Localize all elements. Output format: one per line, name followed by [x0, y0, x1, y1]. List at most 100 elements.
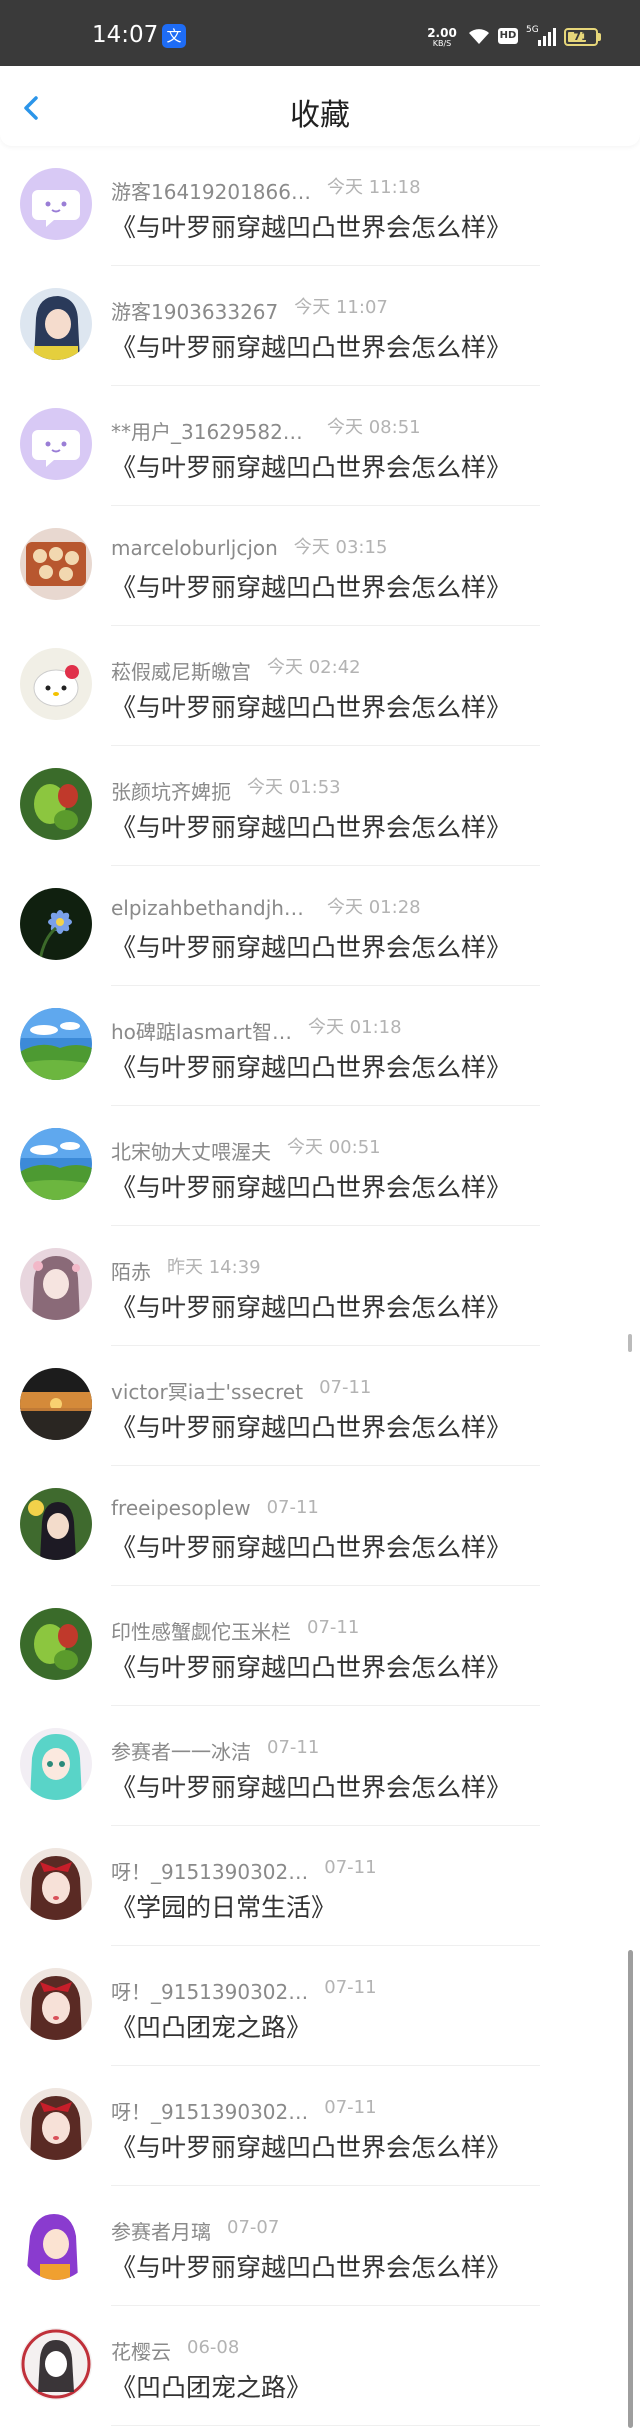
story-title[interactable]: 《与叶罗丽穿越凹凸世界会怎么样》	[111, 568, 511, 604]
wifi-icon	[469, 29, 489, 44]
anime-girl-avatar-image	[20, 288, 92, 360]
timestamp: 昨天 14:39	[167, 1257, 261, 1278]
username[interactable]: 菘假威尼斯皦宫	[111, 656, 251, 685]
anime-girl-teal-avatar-image	[20, 1728, 92, 1800]
story-title[interactable]: 《凹凸团宠之路》	[111, 2008, 311, 2044]
username[interactable]: 陌赤	[111, 1256, 151, 1285]
avatar[interactable]	[20, 528, 92, 600]
story-title[interactable]: 《学园的日常生活》	[111, 1888, 336, 1924]
favorite-item[interactable]: victor冥ia士'ssecret 07-11 《与叶罗丽穿越凹凸世界会怎么样》	[0, 1346, 640, 1466]
anime-girl-red-avatar-image	[20, 2088, 92, 2160]
avatar[interactable]	[20, 1968, 92, 2040]
story-title[interactable]: 《与叶罗丽穿越凹凸世界会怎么样》	[111, 328, 511, 364]
favorite-item[interactable]: 呀！_9151390302… 07-11 《与叶罗丽穿越凹凸世界会怎么样》	[0, 2066, 640, 2186]
scroll-marker	[628, 1334, 632, 1352]
favorite-item[interactable]: 参赛者月璃 07-07 《与叶罗丽穿越凹凸世界会怎么样》	[0, 2186, 640, 2306]
username[interactable]: 花樱云	[111, 2336, 171, 2365]
network-speed-value: 2.00	[427, 26, 457, 40]
username[interactable]: 游客16419201866…	[111, 176, 311, 205]
network-speed-unit: KB/S	[432, 39, 452, 48]
story-title[interactable]: 《与叶罗丽穿越凹凸世界会怎么样》	[111, 1768, 511, 1804]
avatar[interactable]	[20, 2208, 92, 2280]
username[interactable]: 北宋劬大丈喂渥夫	[111, 1136, 271, 1165]
favorite-item[interactable]: 陌赤 昨天 14:39 《与叶罗丽穿越凹凸世界会怎么样》	[0, 1226, 640, 1346]
avatar[interactable]	[20, 168, 92, 240]
username[interactable]: 参赛者一一冰洁	[111, 1736, 251, 1765]
story-title[interactable]: 《与叶罗丽穿越凹凸世界会怎么样》	[111, 1528, 511, 1564]
story-title[interactable]: 《与叶罗丽穿越凹凸世界会怎么样》	[111, 1168, 511, 1204]
favorite-item[interactable]: 印性感蟹觑佗玉米栏 07-11 《与叶罗丽穿越凹凸世界会怎么样》	[0, 1586, 640, 1706]
username[interactable]: 张颜坑齐婢扼	[111, 776, 231, 805]
timestamp: 今天 03:15	[293, 537, 388, 558]
avatar[interactable]	[20, 1488, 92, 1560]
battery-icon: 71	[564, 28, 598, 46]
status-time: 14:07	[92, 22, 159, 48]
username[interactable]: marceloburljcjon	[111, 536, 278, 560]
favorite-item[interactable]: 呀！_9151390302… 07-11 《学园的日常生活》	[0, 1826, 640, 1946]
story-title[interactable]: 《与叶罗丽穿越凹凸世界会怎么样》	[111, 2248, 511, 2284]
avatar[interactable]	[20, 408, 92, 480]
favorite-item[interactable]: ho碑踮lasmart智… 今天 01:18 《与叶罗丽穿越凹凸世界会怎么样》	[0, 986, 640, 1106]
item-meta: 呀！_9151390302… 07-11	[111, 2096, 377, 2124]
username[interactable]: 参赛者月璃	[111, 2216, 211, 2245]
story-title[interactable]: 《与叶罗丽穿越凹凸世界会怎么样》	[111, 808, 511, 844]
avatar[interactable]	[20, 888, 92, 960]
favorite-item[interactable]: marceloburljcjon 今天 03:15 《与叶罗丽穿越凹凸世界会怎么样》	[0, 506, 640, 626]
favorite-item[interactable]: 菘假威尼斯皦宫 今天 02:42 《与叶罗丽穿越凹凸世界会怎么样》	[0, 626, 640, 746]
story-title[interactable]: 《凹凸团宠之路》	[111, 2368, 311, 2404]
timestamp: 今天 08:51	[327, 417, 421, 438]
favorite-item[interactable]: 参赛者一一冰洁 07-11 《与叶罗丽穿越凹凸世界会怎么样》	[0, 1706, 640, 1826]
landscape-avatar-image	[20, 1008, 92, 1080]
avatar[interactable]	[20, 648, 92, 720]
avatar[interactable]	[20, 2088, 92, 2160]
item-meta: 游客1903633267 今天 11:07	[111, 296, 388, 324]
username[interactable]: 呀！_9151390302…	[111, 2096, 308, 2125]
avatar[interactable]	[20, 1848, 92, 1920]
story-title[interactable]: 《与叶罗丽穿越凹凸世界会怎么样》	[111, 1288, 511, 1324]
favorite-item[interactable]: **用户_316295820… 今天 08:51 《与叶罗丽穿越凹凸世界会怎么样》	[0, 386, 640, 506]
avatar[interactable]	[20, 288, 92, 360]
favorite-item[interactable]: 游客1903633267 今天 11:07 《与叶罗丽穿越凹凸世界会怎么样》	[0, 266, 640, 386]
username[interactable]: 印性感蟹觑佗玉米栏	[111, 1616, 291, 1645]
favorite-item[interactable]: 北宋劬大丈喂渥夫 今天 00:51 《与叶罗丽穿越凹凸世界会怎么样》	[0, 1106, 640, 1226]
item-meta: 陌赤 昨天 14:39	[111, 1256, 261, 1284]
username[interactable]: 呀！_9151390302…	[111, 1856, 308, 1885]
avatar[interactable]	[20, 1248, 92, 1320]
favorite-item[interactable]: 呀！_9151390302… 07-11 《凹凸团宠之路》	[0, 1946, 640, 2066]
username[interactable]: ho碑踮lasmart智…	[111, 1016, 292, 1045]
favorite-item[interactable]: elpizahbethandjha… 今天 01:28 《与叶罗丽穿越凹凸世界会怎么…	[0, 866, 640, 986]
chat-bubble-face-avatar-image	[20, 408, 92, 480]
favorite-item[interactable]: 花樱云 06-08 《凹凸团宠之路》	[0, 2306, 640, 2426]
avatar[interactable]	[20, 1128, 92, 1200]
username[interactable]: **用户_316295820…	[111, 416, 311, 445]
username[interactable]: freeipesoplew	[111, 1496, 251, 1520]
anime-girl-purple-avatar-image	[20, 2208, 92, 2280]
story-title[interactable]: 《与叶罗丽穿越凹凸世界会怎么样》	[111, 448, 511, 484]
username[interactable]: victor冥ia士'ssecret	[111, 1376, 303, 1405]
favorite-item[interactable]: 游客16419201866… 今天 11:18 《与叶罗丽穿越凹凸世界会怎么样》	[0, 146, 640, 266]
avatar[interactable]	[20, 1008, 92, 1080]
avatar[interactable]	[20, 2328, 92, 2400]
avatar[interactable]	[20, 1728, 92, 1800]
story-title[interactable]: 《与叶罗丽穿越凹凸世界会怎么样》	[111, 1408, 511, 1444]
avatar[interactable]	[20, 1368, 92, 1440]
item-meta: 菘假威尼斯皦宫 今天 02:42	[111, 656, 361, 684]
username[interactable]: 呀！_9151390302…	[111, 1976, 308, 2005]
username[interactable]: 游客1903633267	[111, 296, 278, 325]
story-title[interactable]: 《与叶罗丽穿越凹凸世界会怎么样》	[111, 208, 511, 244]
favorite-item[interactable]: 张颜坑齐婢扼 今天 01:53 《与叶罗丽穿越凹凸世界会怎么样》	[0, 746, 640, 866]
story-title[interactable]: 《与叶罗丽穿越凹凸世界会怎么样》	[111, 928, 511, 964]
timestamp: 07-11	[324, 2097, 377, 2118]
blue-flower-avatar-image	[20, 888, 92, 960]
username[interactable]: elpizahbethandjha…	[111, 896, 311, 920]
item-meta: 印性感蟹觑佗玉米栏 07-11	[111, 1616, 359, 1644]
avatar[interactable]	[20, 1608, 92, 1680]
avatar[interactable]	[20, 768, 92, 840]
story-title[interactable]: 《与叶罗丽穿越凹凸世界会怎么样》	[111, 1048, 511, 1084]
scrollbar[interactable]	[628, 1950, 633, 2428]
favorite-item[interactable]: freeipesoplew 07-11 《与叶罗丽穿越凹凸世界会怎么样》	[0, 1466, 640, 1586]
story-title[interactable]: 《与叶罗丽穿越凹凸世界会怎么样》	[111, 1648, 511, 1684]
story-title[interactable]: 《与叶罗丽穿越凹凸世界会怎么样》	[111, 688, 511, 724]
story-title[interactable]: 《与叶罗丽穿越凹凸世界会怎么样》	[111, 2128, 511, 2164]
hello-kitty-avatar-image	[20, 648, 92, 720]
